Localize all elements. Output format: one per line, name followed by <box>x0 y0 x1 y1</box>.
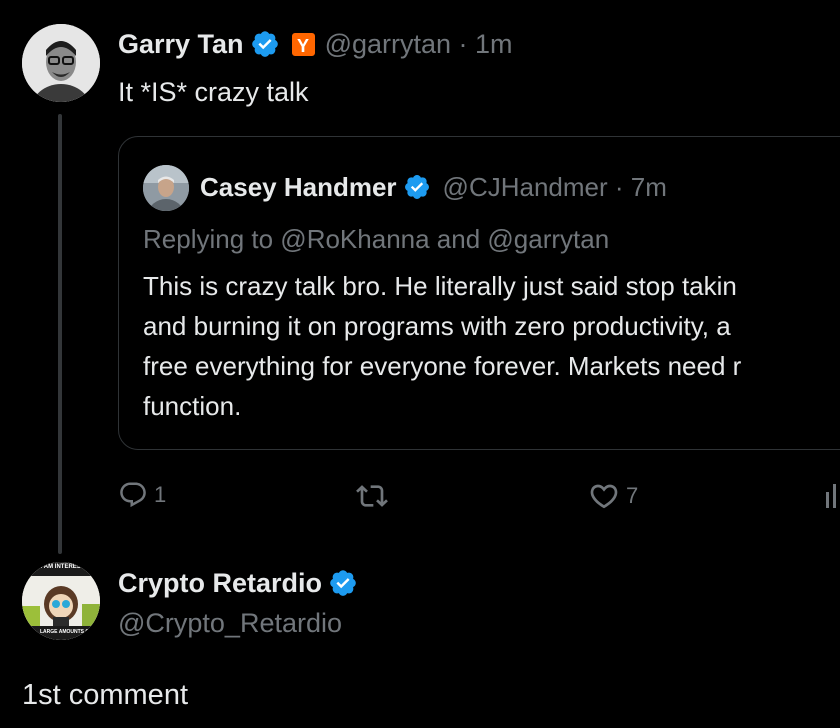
quoted-text-line: free everything for everyone forever. Ma… <box>143 351 742 381</box>
author-name[interactable]: Garry Tan <box>118 29 244 60</box>
replying-to-text: Replying to @RoKhanna and @garrytan <box>143 224 610 254</box>
verified-badge-icon <box>404 175 429 199</box>
tweet-header: Garry Tan Y @garrytan · 1m <box>118 26 513 62</box>
tweet-text: It *IS* crazy talk <box>118 77 309 107</box>
verified-badge-icon[interactable] <box>250 29 280 59</box>
like-count: 7 <box>626 483 639 508</box>
yc-badge-icon: Y <box>291 32 315 56</box>
views-icon <box>826 484 836 508</box>
quoted-tweet-header: Casey Handmer @CJHandmer · 7m <box>200 169 667 205</box>
casey-avatar-image <box>143 165 189 211</box>
reply-author-handle[interactable]: @Crypto_Retardio <box>118 605 342 641</box>
reply-header: Crypto Retardio <box>118 565 358 601</box>
quoted-text-line: This is crazy talk bro. He literally jus… <box>143 271 737 301</box>
like-button[interactable]: 7 <box>588 480 638 512</box>
author-handle-time[interactable]: @garrytan · 1m <box>325 29 513 60</box>
quoted-text-line: and burning it on programs with zero pro… <box>143 311 731 341</box>
avatar-caption-bottom: LARGE AMOUNTS OF <box>40 629 93 635</box>
garry-avatar-image <box>22 24 100 102</box>
reply-button[interactable]: 1 <box>118 480 166 510</box>
quoted-text-line: function. <box>143 391 242 421</box>
reply-count: 1 <box>154 482 167 507</box>
verified-badge-icon[interactable] <box>328 568 358 598</box>
views-button[interactable] <box>826 480 840 510</box>
reply-icon <box>120 482 146 508</box>
quoted-author-handle-time: @CJHandmer · 7m <box>442 171 667 202</box>
retweet-button[interactable] <box>356 480 388 512</box>
like-icon <box>590 484 618 509</box>
author-avatar[interactable] <box>22 24 100 102</box>
quoted-author-name: Casey Handmer <box>200 171 397 202</box>
retweet-icon <box>356 485 388 507</box>
avatar-caption-top: ELY I AM INTERESTED <box>28 564 93 570</box>
thread-line <box>58 114 62 554</box>
reply-text: 1st comment <box>22 679 188 711</box>
quoted-author-avatar <box>143 165 189 211</box>
reply-author-avatar[interactable]: ELY I AM INTERESTED LARGE AMOUNTS OF <box>22 562 100 640</box>
quoted-tweet-text: This is crazy talk bro. He literally jus… <box>143 266 840 426</box>
reply-author-name[interactable]: Crypto Retardio <box>118 568 322 599</box>
